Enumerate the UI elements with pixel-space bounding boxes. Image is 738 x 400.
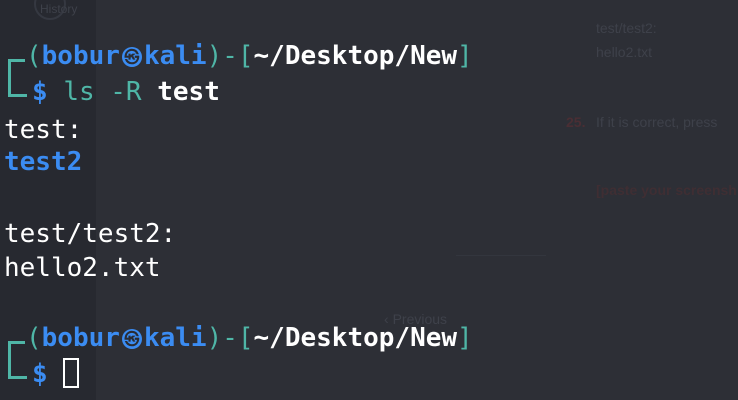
- prompt-path: ~/Desktop/New: [253, 323, 458, 353]
- prompt-line-2: (bobur ㉿ kali)-[~/Desktop/New]: [26, 323, 473, 353]
- command-text: ls -R: [63, 77, 158, 107]
- text-cursor: [63, 358, 80, 388]
- skull-icon: ㉿: [121, 47, 142, 67]
- prompt-corner-bottom-2: [8, 354, 27, 379]
- terminal[interactable]: (bobur ㉿ kali)-[~/Desktop/New] $ ls -R tes…: [0, 0, 738, 400]
- prompt-host: kali: [143, 323, 207, 353]
- prompt-line-1: (bobur ㉿ kali)-[~/Desktop/New]: [26, 41, 473, 71]
- prompt-corner-bottom: [8, 72, 27, 97]
- skull-icon: ㉿: [121, 329, 142, 349]
- prompt-user: bobur: [41, 41, 120, 71]
- command-line-2[interactable]: $: [32, 356, 80, 392]
- prompt-user: bobur: [41, 323, 120, 353]
- prompt-host: kali: [143, 41, 207, 71]
- output-line-1: test:: [4, 115, 83, 145]
- output-line-4: hello2.txt: [4, 253, 161, 283]
- command-arg: test: [157, 77, 220, 107]
- command-line-1: $ ls -R test: [32, 77, 220, 107]
- output-line-3: test/test2:: [4, 219, 177, 249]
- prompt-path: ~/Desktop/New: [253, 41, 458, 71]
- output-line-2: test2: [4, 147, 83, 177]
